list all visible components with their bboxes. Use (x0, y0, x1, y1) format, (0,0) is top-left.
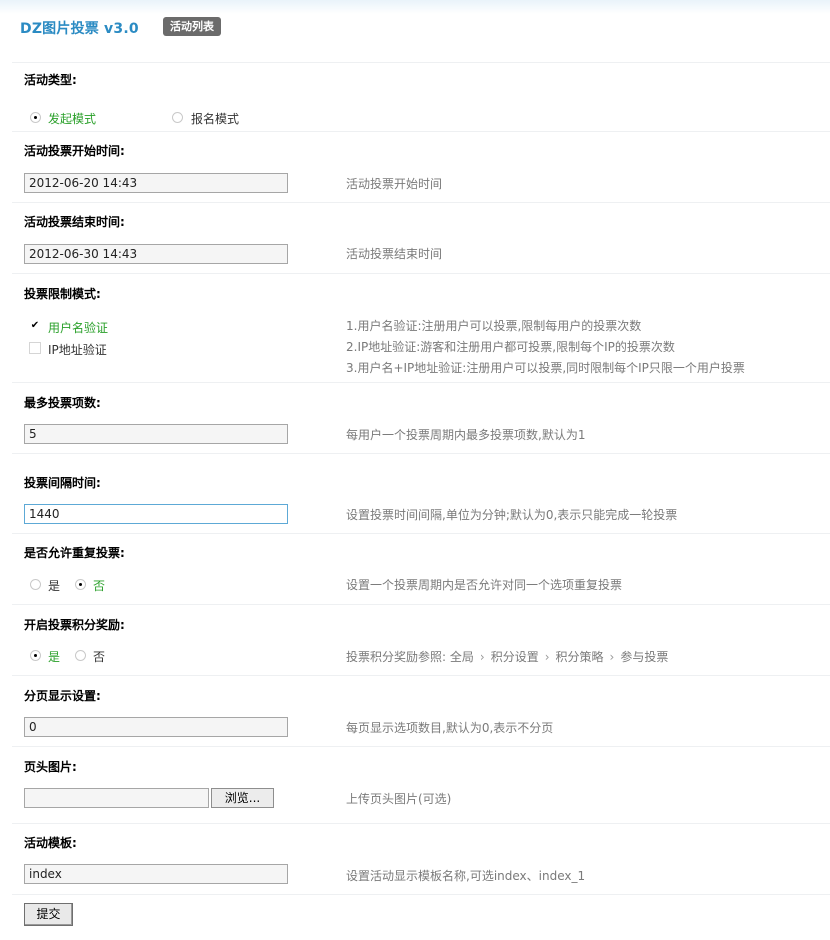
divider (12, 202, 830, 203)
divider (12, 131, 830, 132)
radio-signup-mode[interactable] (172, 112, 183, 123)
max-items-label: 最多投票项数: (24, 396, 101, 410)
crumb-credit-policy[interactable]: 积分策略 (556, 650, 604, 664)
limit-hint-3: 3.用户名+IP地址验证:注册用户可以投票,同时限制每个IP只限一个用户投票 (346, 361, 745, 375)
radio-repeat-yes[interactable] (30, 579, 41, 590)
page-size-label: 分页显示设置: (24, 689, 101, 703)
page-size-input[interactable]: 0 (24, 717, 288, 737)
interval-input[interactable]: 1440 (24, 504, 288, 524)
divider (12, 273, 830, 274)
divider (12, 823, 830, 824)
template-label: 活动模板: (24, 836, 77, 850)
chevron-right-icon: › (479, 650, 485, 664)
end-time-input[interactable]: 2012-06-30 14:43 (24, 244, 288, 264)
template-hint: 设置活动显示模板名称,可选index、index_1 (346, 869, 586, 883)
header-image-file-input[interactable] (24, 788, 209, 808)
ip-check-label: IP地址验证 (48, 343, 107, 357)
crumb-vote[interactable]: 参与投票 (620, 650, 668, 664)
app-title: DZ图片投票 v3.0 (20, 21, 139, 37)
divider (12, 604, 830, 605)
radio-launch-mode[interactable] (30, 112, 41, 123)
end-time-label: 活动投票结束时间: (24, 215, 125, 229)
limit-hint-2: 2.IP地址验证:游客和注册用户都可投票,限制每个IP的投票次数 (346, 340, 675, 354)
max-items-input[interactable]: 5 (24, 424, 288, 444)
max-items-hint: 每用户一个投票周期内最多投票项数,默认为1 (346, 428, 586, 442)
header-image-hint: 上传页头图片(可选) (346, 792, 452, 806)
interval-label: 投票间隔时间: (24, 476, 101, 490)
reward-hint: 投票积分奖励参照: 全局 › 积分设置 › 积分策略 › 参与投票 (346, 648, 668, 665)
activity-list-button[interactable]: 活动列表 (163, 17, 221, 36)
ip-check-checkbox[interactable] (29, 342, 41, 354)
reward-hint-prefix: 投票积分奖励参照: (346, 650, 450, 664)
crumb-global[interactable]: 全局 (450, 650, 474, 664)
divider (12, 894, 830, 895)
template-input[interactable]: index (24, 864, 288, 884)
limit-hint-1: 1.用户名验证:注册用户可以投票,限制每用户的投票次数 (346, 319, 642, 333)
crumb-credit-settings[interactable]: 积分设置 (491, 650, 539, 664)
radio-signup-mode-label: 报名模式 (191, 112, 240, 126)
allow-repeat-hint: 设置一个投票周期内是否允许对同一个选项重复投票 (346, 578, 623, 592)
activity-type-label: 活动类型: (24, 73, 77, 87)
header-image-label: 页头图片: (24, 760, 77, 774)
radio-repeat-no[interactable] (75, 579, 86, 590)
username-check-checkbox[interactable]: ✔ (29, 320, 41, 332)
radio-repeat-yes-label: 是 (48, 579, 61, 593)
chevron-right-icon: › (609, 650, 615, 664)
divider (12, 62, 830, 63)
divider (12, 453, 830, 454)
top-bar: DZ图片投票 v3.0 活动列表 (0, 0, 830, 62)
start-time-input[interactable]: 2012-06-20 14:43 (24, 173, 288, 193)
allow-repeat-label: 是否允许重复投票: (24, 546, 125, 560)
radio-reward-no-label: 否 (93, 650, 106, 664)
radio-reward-yes[interactable] (30, 650, 41, 661)
page-size-hint: 每页显示选项数目,默认为0,表示不分页 (346, 721, 554, 735)
divider (12, 382, 830, 383)
username-check-label: 用户名验证 (48, 321, 109, 335)
reward-label: 开启投票积分奖励: (24, 618, 125, 632)
limit-mode-label: 投票限制模式: (24, 287, 101, 301)
divider (12, 533, 830, 534)
submit-button[interactable]: 提交 (24, 903, 73, 926)
start-time-label: 活动投票开始时间: (24, 144, 125, 158)
divider (12, 675, 830, 676)
start-time-hint: 活动投票开始时间 (346, 177, 443, 191)
radio-reward-yes-label: 是 (48, 650, 61, 664)
browse-button[interactable]: 浏览... (211, 788, 274, 808)
chevron-right-icon: › (544, 650, 550, 664)
end-time-hint: 活动投票结束时间 (346, 247, 443, 261)
radio-launch-mode-label: 发起模式 (48, 112, 97, 126)
radio-repeat-no-label: 否 (93, 579, 106, 593)
divider (12, 746, 830, 747)
interval-hint: 设置投票时间间隔,单位为分钟;默认为0,表示只能完成一轮投票 (346, 508, 678, 522)
radio-reward-no[interactable] (75, 650, 86, 661)
